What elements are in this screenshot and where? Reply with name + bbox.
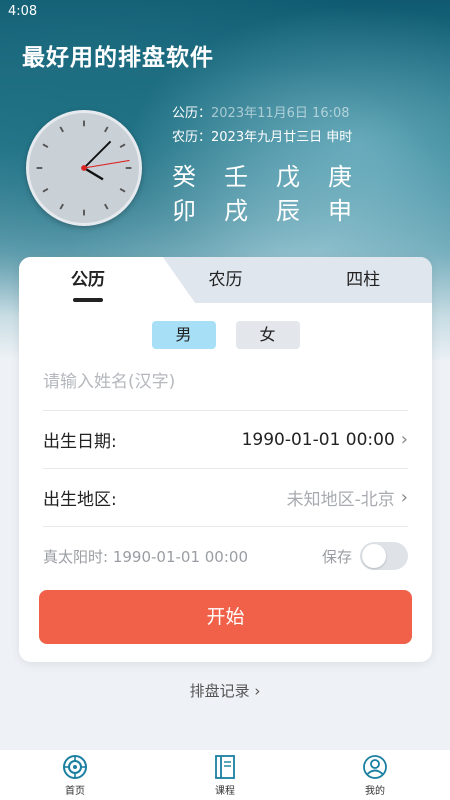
stem-month: 壬 xyxy=(224,163,248,191)
ganzhi-pillars: 癸 壬 戊 庚 卯 戌 辰 申 xyxy=(172,160,380,228)
birth-date-row[interactable]: 出生日期: 1990-01-01 00:00 › xyxy=(43,411,408,469)
branch-year: 卯 xyxy=(172,197,196,225)
branch-hour: 申 xyxy=(328,197,352,225)
birth-area-value: 未知地区-北京 xyxy=(286,490,395,510)
birth-date-value-wrap: 1990-01-01 00:00 › xyxy=(242,429,408,450)
birth-area-label: 出生地区: xyxy=(43,490,117,510)
solar-date-value: 2023年11月6日 16:08 xyxy=(211,106,350,121)
tab-solar[interactable]: 公历 xyxy=(19,257,157,303)
nav-courses-label: 课程 xyxy=(215,785,235,797)
gender-selector: 男 女 xyxy=(19,321,432,349)
nav-profile-label: 我的 xyxy=(365,785,385,797)
tab-four-pillars[interactable]: 四柱 xyxy=(294,257,432,303)
save-label: 保存 xyxy=(321,547,352,566)
lunar-date-value: 2023年九月廿三日 申时 xyxy=(211,130,353,145)
clock-icon xyxy=(26,110,142,226)
birth-date-label: 出生日期: xyxy=(43,432,117,452)
save-wrap: 保存 xyxy=(322,542,408,570)
name-field-row xyxy=(43,353,408,411)
branch-month: 戌 xyxy=(224,197,248,225)
stem-hour: 庚 xyxy=(328,163,352,191)
app-title: 最好用的排盘软件 xyxy=(22,45,214,71)
active-tab-indicator xyxy=(73,298,103,302)
status-time: 4:08 xyxy=(8,4,38,19)
tab-lunar[interactable]: 农历 xyxy=(157,257,295,303)
nav-profile[interactable]: 我的 xyxy=(300,750,450,800)
nav-home-label: 首页 xyxy=(65,785,85,797)
solar-date-label: 公历： xyxy=(172,106,212,121)
chevron-right-icon: › xyxy=(400,429,408,450)
calendar-tabs: 公历 农历 四柱 xyxy=(19,257,432,303)
lunar-date-label: 农历： xyxy=(172,130,212,145)
save-toggle[interactable] xyxy=(360,542,408,570)
female-button[interactable]: 女 xyxy=(235,321,300,349)
birth-area-value-wrap: 未知地区-北京 › xyxy=(287,485,408,510)
records-link[interactable]: 排盘记录 › xyxy=(0,680,450,701)
true-solar-time-label: 真太阳时: 1990-01-01 00:00 xyxy=(43,547,248,566)
stem-day: 戊 xyxy=(276,163,300,191)
branch-day: 辰 xyxy=(276,197,300,225)
profile-icon xyxy=(363,754,387,779)
birth-area-row[interactable]: 出生地区: 未知地区-北京 › xyxy=(43,469,408,527)
birth-date-value: 1990-01-01 00:00 xyxy=(241,429,395,450)
date-info: 公历：2023年11月6日 16:08 农历：2023年九月廿三日 申时 xyxy=(172,102,352,150)
chevron-right-icon: › xyxy=(400,487,408,508)
home-icon xyxy=(63,754,87,779)
toggle-knob xyxy=(362,544,386,568)
form-card: 公历 农历 四柱 男 女 出生日期: 1990-01-01 00:00 › 出生… xyxy=(19,257,432,662)
true-solar-time-row: 真太阳时: 1990-01-01 00:00 保存 xyxy=(43,527,408,585)
stem-year: 癸 xyxy=(172,163,196,191)
start-button[interactable]: 开始 xyxy=(39,590,412,644)
book-icon xyxy=(215,754,235,779)
nav-courses[interactable]: 课程 xyxy=(150,750,300,800)
male-button[interactable]: 男 xyxy=(151,321,216,349)
name-input[interactable] xyxy=(43,371,408,392)
nav-home[interactable]: 首页 xyxy=(0,750,150,800)
bottom-nav: 首页 课程 我的 xyxy=(0,750,450,800)
